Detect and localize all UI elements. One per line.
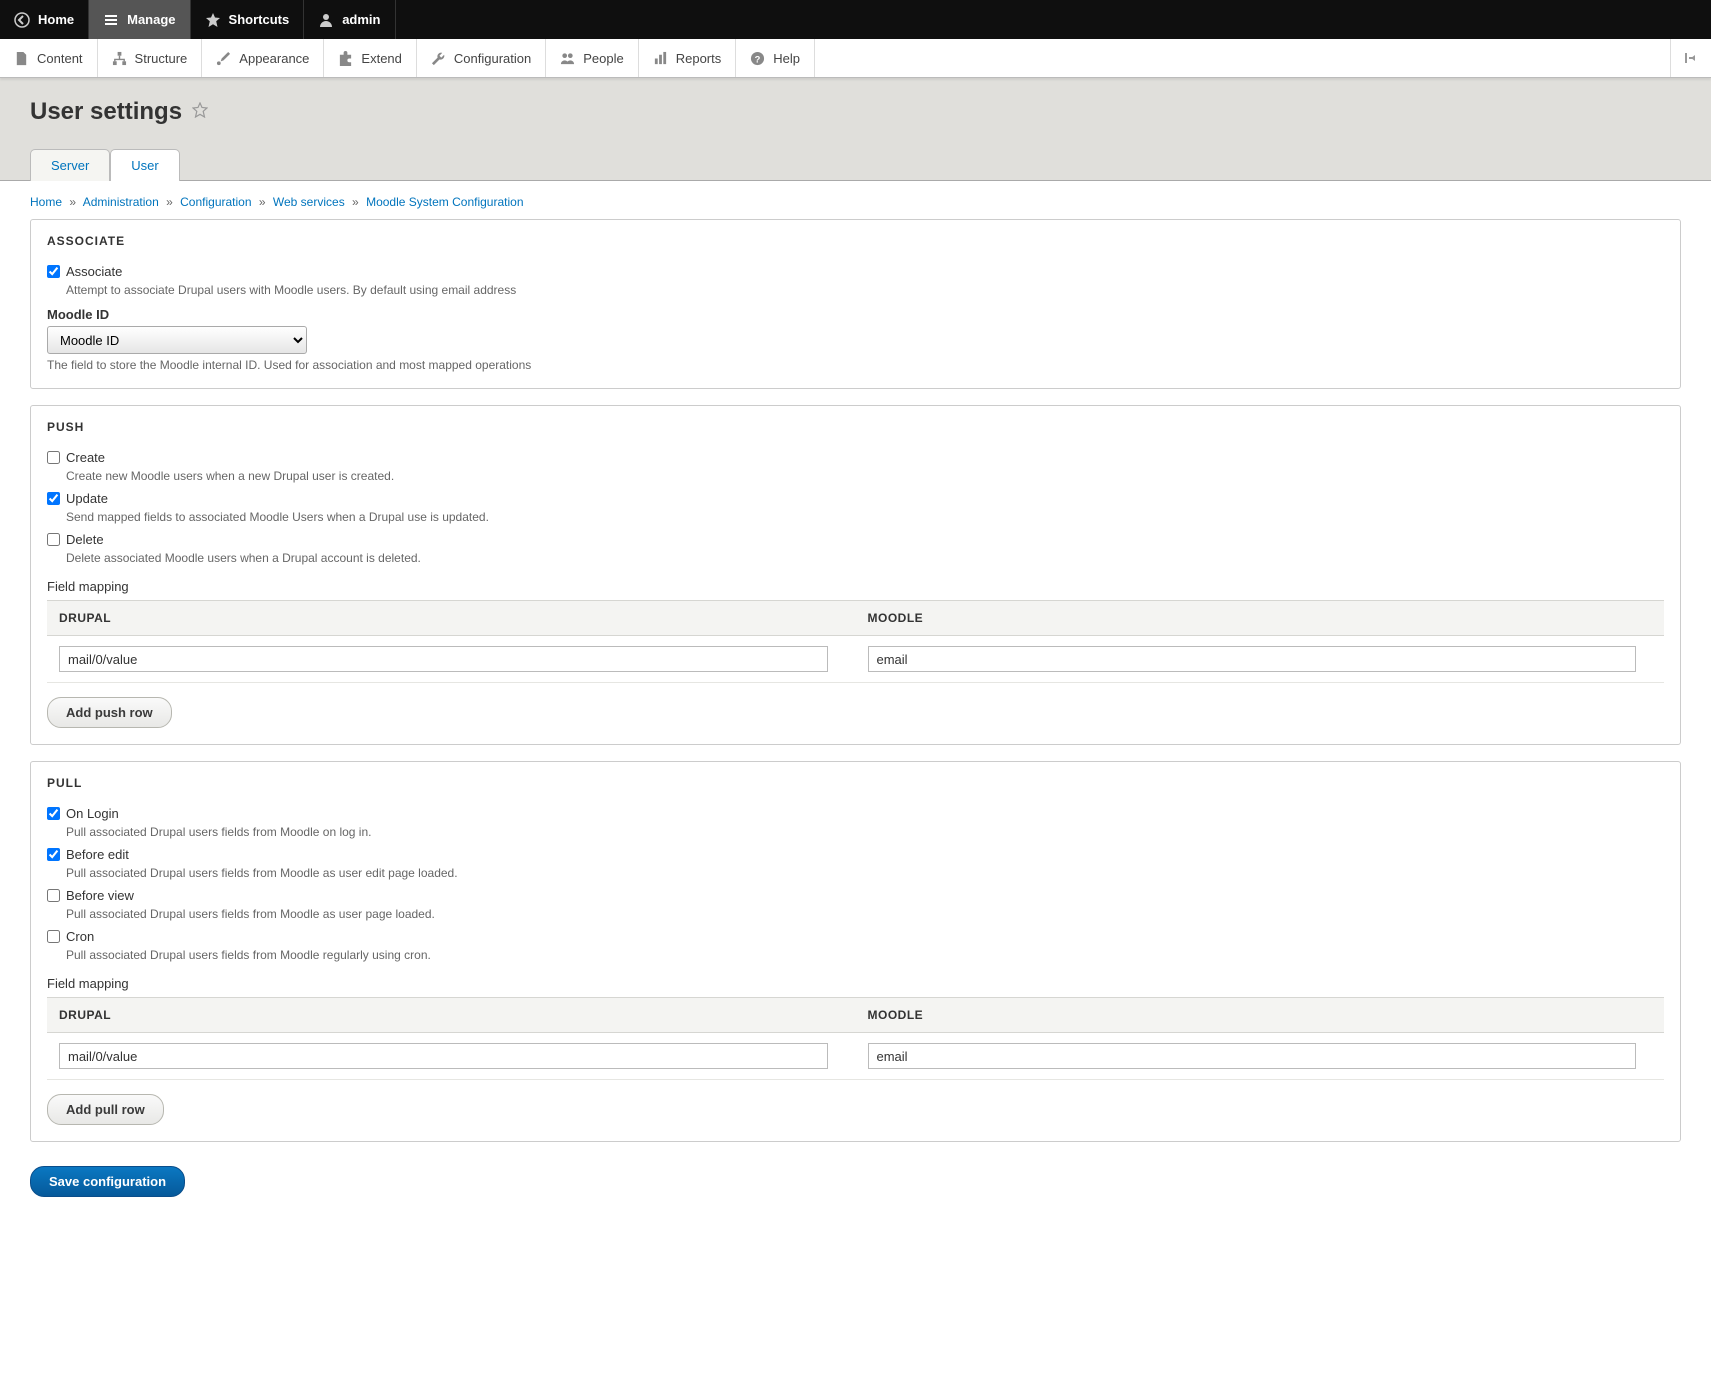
svg-text:?: ?	[755, 54, 761, 64]
push-moodle-input[interactable]	[868, 646, 1637, 672]
push-drupal-input[interactable]	[59, 646, 828, 672]
legend-push: PUSH	[31, 406, 1680, 444]
moodle-id-select[interactable]: Moodle ID	[47, 326, 307, 354]
pull-before-edit-checkbox[interactable]	[47, 848, 60, 861]
hierarchy-icon	[112, 51, 127, 66]
menu-reports[interactable]: Reports	[639, 39, 737, 77]
push-delete-label[interactable]: Delete	[47, 532, 104, 547]
file-icon	[14, 51, 29, 66]
add-pull-row-button[interactable]: Add pull row	[47, 1094, 164, 1125]
page-title: User settings	[30, 98, 1681, 126]
push-col-moodle: MOODLE	[856, 601, 1665, 636]
pull-login-label[interactable]: On Login	[47, 806, 119, 821]
pull-before-edit-label[interactable]: Before edit	[47, 847, 129, 862]
region-header: User settings Server User	[0, 78, 1711, 181]
toolbar-user-label: admin	[342, 12, 380, 27]
breadcrumb-admin[interactable]: Administration	[83, 195, 159, 209]
primary-tabs: Server User	[30, 148, 1681, 180]
menu-extend[interactable]: Extend	[324, 39, 416, 77]
tab-user[interactable]: User	[110, 149, 179, 181]
menu-content[interactable]: Content	[0, 39, 98, 77]
save-configuration-button[interactable]: Save configuration	[30, 1166, 185, 1197]
pull-mapping-table: DRUPAL MOODLE	[47, 997, 1664, 1080]
user-icon	[318, 12, 334, 28]
legend-associate: ASSOCIATE	[31, 220, 1680, 258]
breadcrumb-config[interactable]: Configuration	[180, 195, 251, 209]
push-col-drupal: DRUPAL	[47, 601, 856, 636]
tab-server[interactable]: Server	[30, 149, 110, 181]
push-create-checkbox[interactable]	[47, 451, 60, 464]
tray-orientation-toggle[interactable]	[1670, 39, 1711, 77]
toolbar-primary: Home Manage Shortcuts admin	[0, 0, 1711, 39]
star-icon	[205, 12, 221, 28]
associate-desc: Attempt to associate Drupal users with M…	[66, 283, 1664, 297]
legend-pull: PULL	[31, 762, 1680, 800]
menu-appearance[interactable]: Appearance	[202, 39, 324, 77]
paintbrush-icon	[216, 51, 231, 66]
breadcrumb-home[interactable]: Home	[30, 195, 62, 209]
toolbar-home[interactable]: Home	[0, 0, 89, 39]
pull-before-view-checkbox[interactable]	[47, 889, 60, 902]
push-delete-checkbox[interactable]	[47, 533, 60, 546]
moodle-id-hint: The field to store the Moodle internal I…	[47, 358, 1664, 372]
puzzle-icon	[338, 51, 353, 66]
table-row	[47, 1033, 1664, 1080]
main-content: ASSOCIATE Associate Attempt to associate…	[0, 219, 1711, 1227]
fieldset-pull: PULL On Login Pull associated Drupal use…	[30, 761, 1681, 1142]
toolbar-manage[interactable]: Manage	[89, 0, 190, 39]
toolbar-shortcuts[interactable]: Shortcuts	[191, 0, 305, 39]
back-arrow-icon	[14, 12, 30, 28]
toolbar-home-label: Home	[38, 12, 74, 27]
fieldset-push: PUSH Create Create new Moodle users when…	[30, 405, 1681, 745]
push-update-checkbox[interactable]	[47, 492, 60, 505]
pull-login-checkbox[interactable]	[47, 807, 60, 820]
toolbar-user[interactable]: admin	[304, 0, 395, 39]
favorite-star-icon[interactable]	[192, 102, 208, 123]
push-update-label[interactable]: Update	[47, 491, 108, 506]
breadcrumb-ws[interactable]: Web services	[273, 195, 345, 209]
pull-col-moodle: MOODLE	[856, 998, 1665, 1033]
push-mapping-label: Field mapping	[47, 579, 1664, 594]
menu-structure[interactable]: Structure	[98, 39, 203, 77]
bar-chart-icon	[653, 51, 668, 66]
menu-people[interactable]: People	[546, 39, 638, 77]
pull-mapping-label: Field mapping	[47, 976, 1664, 991]
toolbar-admin-menu: Content Structure Appearance Extend Conf…	[0, 39, 1711, 78]
wrench-icon	[431, 51, 446, 66]
breadcrumb: Home » Administration » Configuration » …	[0, 181, 1711, 219]
fieldset-associate: ASSOCIATE Associate Attempt to associate…	[30, 219, 1681, 389]
push-mapping-table: DRUPAL MOODLE	[47, 600, 1664, 683]
menu-help[interactable]: ? Help	[736, 39, 815, 77]
question-icon: ?	[750, 51, 765, 66]
pull-moodle-input[interactable]	[868, 1043, 1637, 1069]
associate-checkbox-label[interactable]: Associate	[47, 264, 122, 279]
pull-cron-checkbox[interactable]	[47, 930, 60, 943]
add-push-row-button[interactable]: Add push row	[47, 697, 172, 728]
associate-checkbox[interactable]	[47, 265, 60, 278]
people-icon	[560, 51, 575, 66]
breadcrumb-msc[interactable]: Moodle System Configuration	[366, 195, 523, 209]
toolbar-shortcuts-label: Shortcuts	[229, 12, 290, 27]
table-row	[47, 636, 1664, 683]
pull-drupal-input[interactable]	[59, 1043, 828, 1069]
toolbar-manage-label: Manage	[127, 12, 175, 27]
pull-cron-label[interactable]: Cron	[47, 929, 94, 944]
menu-configuration[interactable]: Configuration	[417, 39, 546, 77]
pull-col-drupal: DRUPAL	[47, 998, 856, 1033]
hamburger-icon	[103, 12, 119, 28]
push-create-label[interactable]: Create	[47, 450, 105, 465]
tray-toggle-icon	[1683, 50, 1699, 66]
pull-before-view-label[interactable]: Before view	[47, 888, 134, 903]
moodle-id-label: Moodle ID	[47, 307, 1664, 322]
